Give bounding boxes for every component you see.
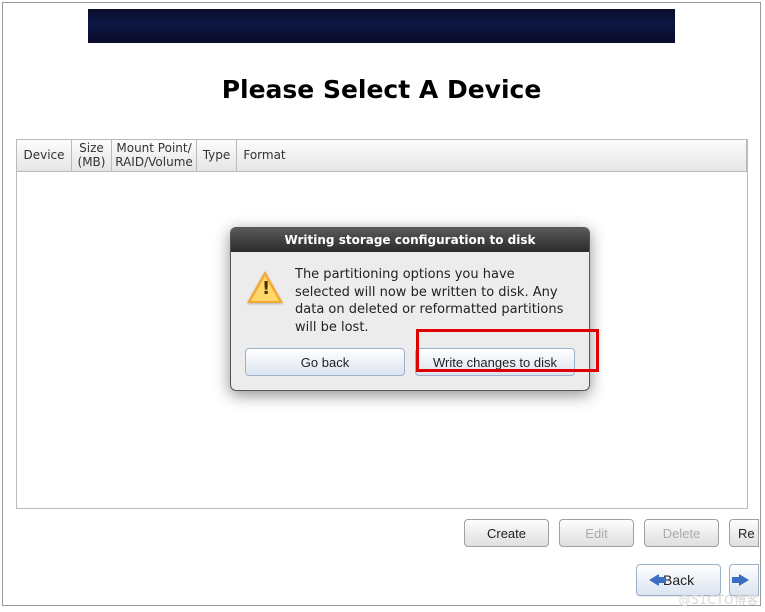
- warning-icon: !: [247, 270, 283, 306]
- edit-button[interactable]: Edit: [559, 519, 634, 547]
- watermark: @51CTO博客: [679, 591, 759, 608]
- page-title: Please Select A Device: [3, 75, 760, 104]
- create-button[interactable]: Create: [464, 519, 549, 547]
- dialog-message: The partitioning options you have select…: [295, 266, 573, 336]
- arrow-left-icon: [649, 574, 659, 586]
- wizard-nav-row: Back: [3, 564, 759, 596]
- col-mount[interactable]: Mount Point/ RAID/Volume: [112, 140, 197, 171]
- write-storage-dialog: Writing storage configuration to disk ! …: [230, 227, 590, 391]
- reset-button[interactable]: Re: [729, 519, 759, 547]
- col-size[interactable]: Size (MB): [72, 140, 112, 171]
- table-header-row: Device Size (MB) Mount Point/ RAID/Volum…: [17, 140, 747, 172]
- arrow-right-icon: [739, 574, 749, 586]
- dialog-title: Writing storage configuration to disk: [231, 228, 589, 252]
- col-type[interactable]: Type: [197, 140, 237, 171]
- installer-window: Please Select A Device Device Size (MB) …: [2, 2, 761, 606]
- header-banner: [88, 9, 675, 43]
- delete-button[interactable]: Delete: [644, 519, 719, 547]
- col-device[interactable]: Device: [17, 140, 72, 171]
- col-format[interactable]: Format: [237, 140, 292, 171]
- col-spacer: [292, 140, 747, 171]
- write-changes-button[interactable]: Write changes to disk: [415, 348, 575, 376]
- go-back-button[interactable]: Go back: [245, 348, 405, 376]
- dialog-body: ! The partitioning options you have sele…: [231, 252, 589, 346]
- dialog-button-row: Go back Write changes to disk: [231, 346, 589, 390]
- partition-action-row: Create Edit Delete Re: [3, 519, 759, 547]
- back-label: Back: [663, 572, 694, 588]
